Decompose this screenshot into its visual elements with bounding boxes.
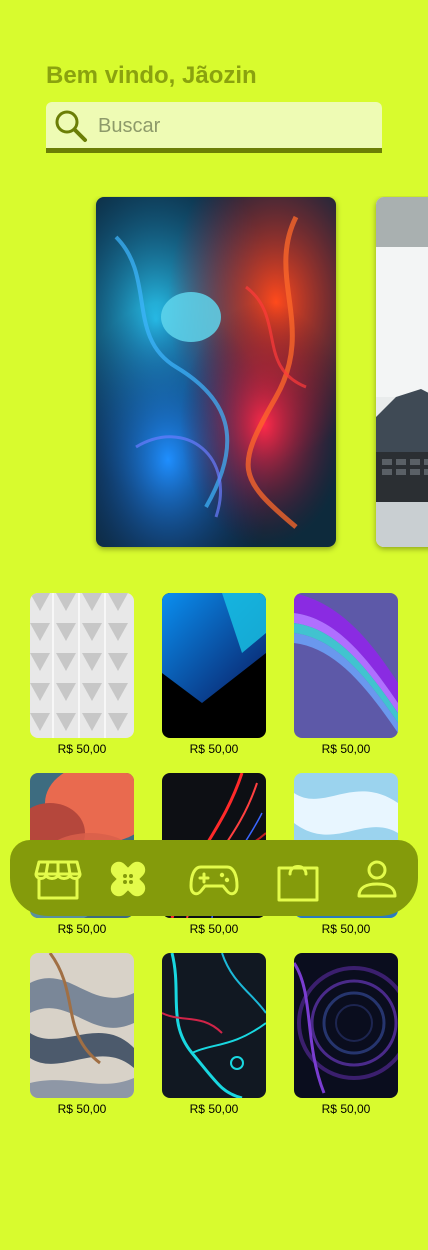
product-image-blue-gradient bbox=[162, 593, 266, 738]
product-image-white-geometric bbox=[30, 593, 134, 738]
gamepad-icon bbox=[189, 865, 239, 896]
search-input[interactable] bbox=[96, 110, 370, 142]
nav-store[interactable] bbox=[33, 854, 83, 904]
product-price: R$ 50,00 bbox=[57, 1102, 107, 1116]
product-price: R$ 50,00 bbox=[189, 742, 239, 756]
product-image-cyan-veins bbox=[162, 953, 266, 1098]
greeting-title: Bem vindo, Jãozin bbox=[46, 62, 257, 89]
search-bar[interactable] bbox=[46, 102, 382, 153]
product-price: R$ 50,00 bbox=[321, 922, 371, 936]
shopping-bag-icon bbox=[277, 865, 319, 902]
product-price: R$ 50,00 bbox=[57, 742, 107, 756]
featured-image-smoke bbox=[96, 197, 336, 547]
bandage-icon bbox=[110, 861, 146, 897]
product-card[interactable] bbox=[30, 953, 134, 1098]
product-price: R$ 50,00 bbox=[57, 922, 107, 936]
nav-games[interactable] bbox=[189, 854, 239, 904]
search-icon bbox=[55, 110, 87, 142]
user-icon bbox=[357, 860, 397, 898]
featured-card[interactable] bbox=[376, 197, 428, 547]
product-card[interactable] bbox=[162, 953, 266, 1098]
featured-carousel[interactable] bbox=[0, 196, 428, 556]
bottom-navigation bbox=[10, 840, 418, 916]
product-price: R$ 50,00 bbox=[189, 922, 239, 936]
product-image-purple-wave bbox=[294, 593, 398, 738]
store-icon bbox=[34, 860, 82, 900]
nav-profile[interactable] bbox=[352, 854, 402, 904]
product-card[interactable] bbox=[162, 593, 266, 738]
nav-health[interactable] bbox=[103, 854, 153, 904]
product-price: R$ 50,00 bbox=[189, 1102, 239, 1116]
featured-card[interactable] bbox=[96, 197, 336, 547]
product-card[interactable] bbox=[294, 953, 398, 1098]
featured-image-laptop bbox=[376, 197, 428, 547]
product-price: R$ 50,00 bbox=[321, 1102, 371, 1116]
product-price: R$ 50,00 bbox=[321, 742, 371, 756]
product-image-purple-spiral bbox=[294, 953, 398, 1098]
product-card[interactable] bbox=[294, 593, 398, 738]
product-card[interactable] bbox=[30, 593, 134, 738]
product-image-swirled-fluid bbox=[30, 953, 134, 1098]
nav-shop[interactable] bbox=[273, 854, 323, 904]
